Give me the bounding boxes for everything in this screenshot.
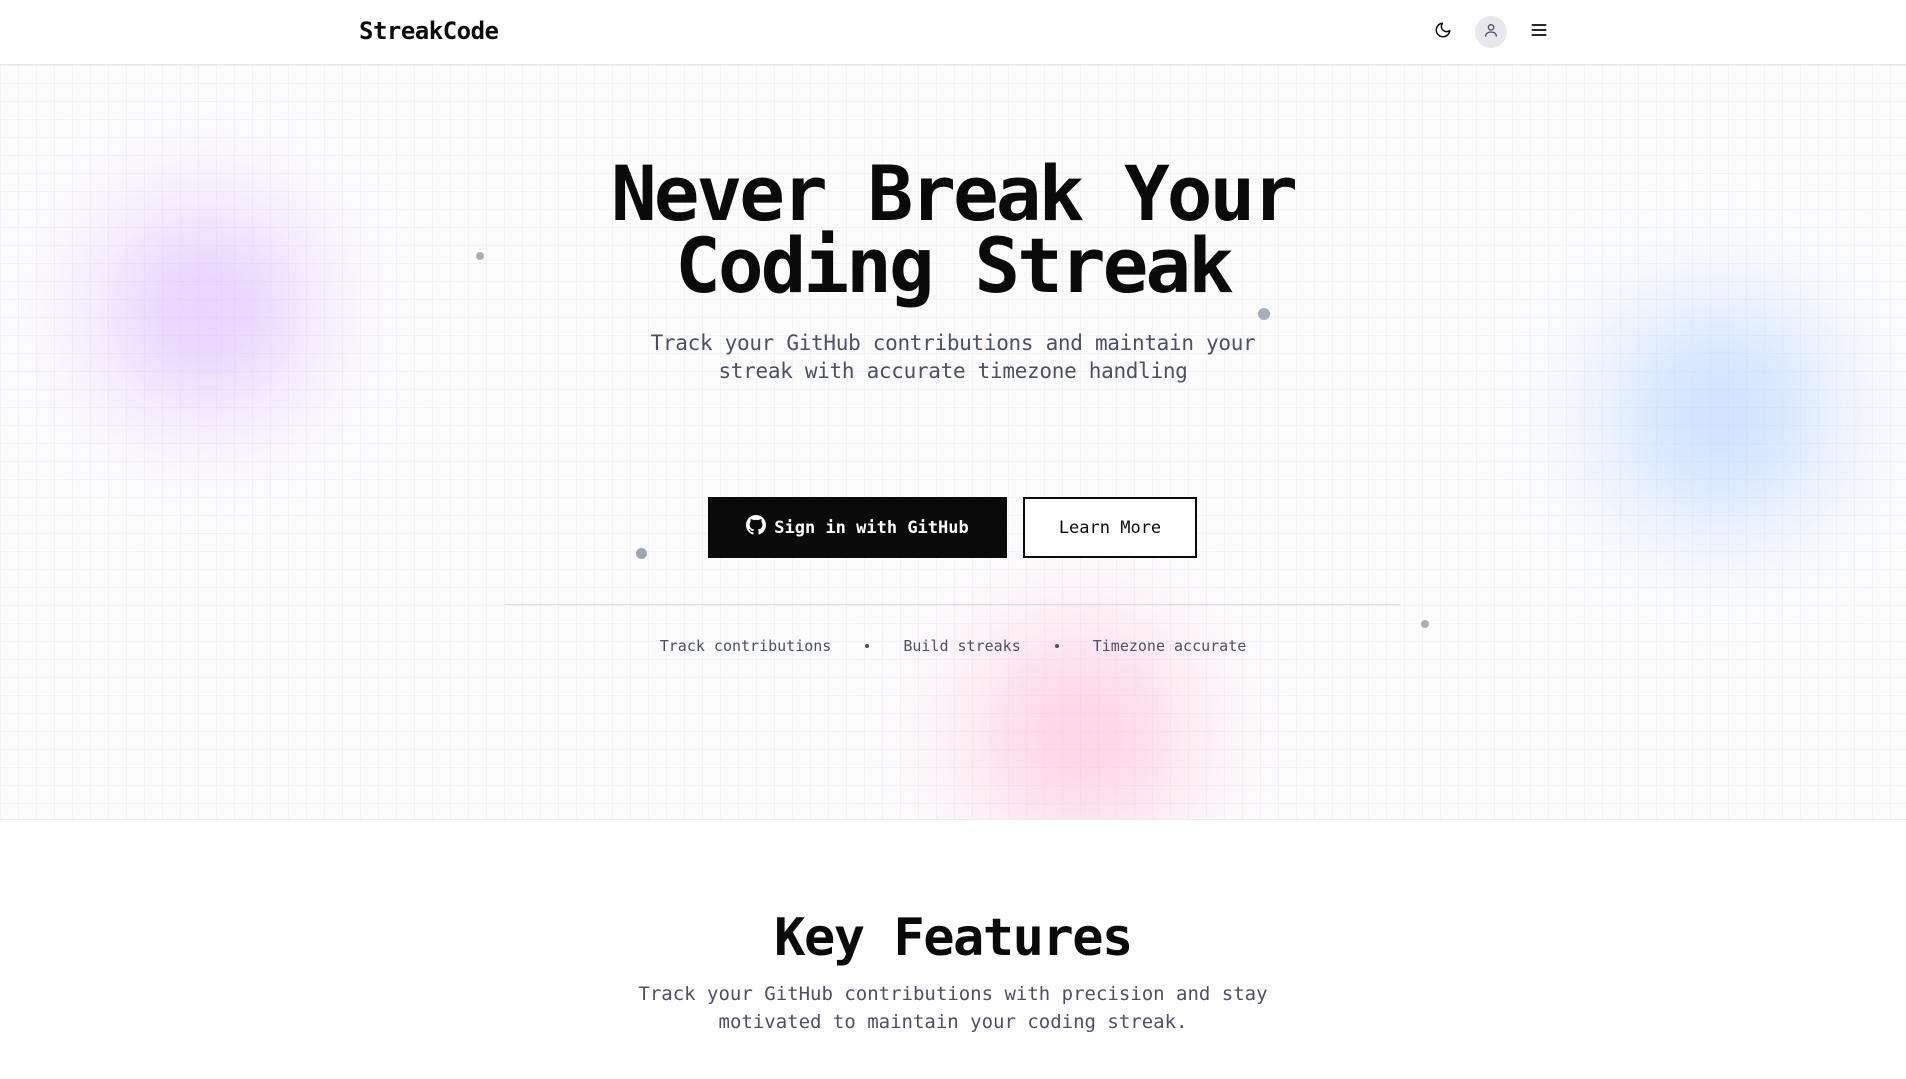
- features-subtitle-line-1: Track your GitHub contributions with pre…: [638, 983, 1268, 1005]
- hero-subtitle-line-1: Track your GitHub contributions and main…: [650, 331, 1256, 355]
- sign-in-github-button[interactable]: Sign in with GitHub: [708, 497, 1007, 558]
- hero-highlights: Track contributions Build streaks Timezo…: [453, 637, 1453, 655]
- separator-dot: [865, 644, 870, 648]
- sign-in-github-label: Sign in with GitHub: [774, 517, 969, 538]
- user-avatar-button[interactable]: [1475, 16, 1507, 48]
- learn-more-label: Learn More: [1058, 517, 1162, 538]
- menu-button[interactable]: [1521, 14, 1557, 50]
- decorative-dot: [1258, 308, 1270, 320]
- github-icon: [746, 515, 767, 540]
- features-subtitle-line-2: motivated to maintain your coding streak…: [718, 1011, 1188, 1033]
- features-subtitle: Track your GitHub contributions with pre…: [603, 980, 1303, 1036]
- decorative-dot: [636, 548, 647, 559]
- highlight-build-streaks: Build streaks: [903, 637, 1021, 655]
- decorative-blob-purple: [40, 145, 370, 475]
- separator-dot: [1054, 644, 1059, 648]
- hero-subtitle-line-2: streak with accurate timezone handling: [718, 359, 1188, 383]
- hero-divider: [505, 604, 1400, 605]
- decorative-dot: [1421, 620, 1429, 628]
- header-actions: [1425, 14, 1557, 50]
- menu-icon: [1529, 20, 1549, 44]
- user-icon: [1483, 22, 1499, 42]
- hero-title-line-2: Coding Streak: [675, 221, 1234, 310]
- features-title: Key Features: [774, 908, 1133, 968]
- moon-icon: [1434, 21, 1452, 43]
- highlight-timezone-accurate: Timezone accurate: [1092, 637, 1247, 655]
- site-header: StreakCode: [0, 0, 1906, 65]
- hero-subtitle: Track your GitHub contributions and main…: [603, 329, 1303, 385]
- hero-title: Never Break Your Coding Streak: [453, 156, 1453, 304]
- learn-more-button[interactable]: Learn More: [1023, 497, 1197, 558]
- highlight-track-contributions: Track contributions: [659, 637, 832, 655]
- decorative-blob-pink: [900, 585, 1260, 819]
- decorative-blob-blue: [1540, 255, 1900, 575]
- theme-toggle-button[interactable]: [1425, 14, 1461, 50]
- logo[interactable]: StreakCode: [359, 17, 499, 45]
